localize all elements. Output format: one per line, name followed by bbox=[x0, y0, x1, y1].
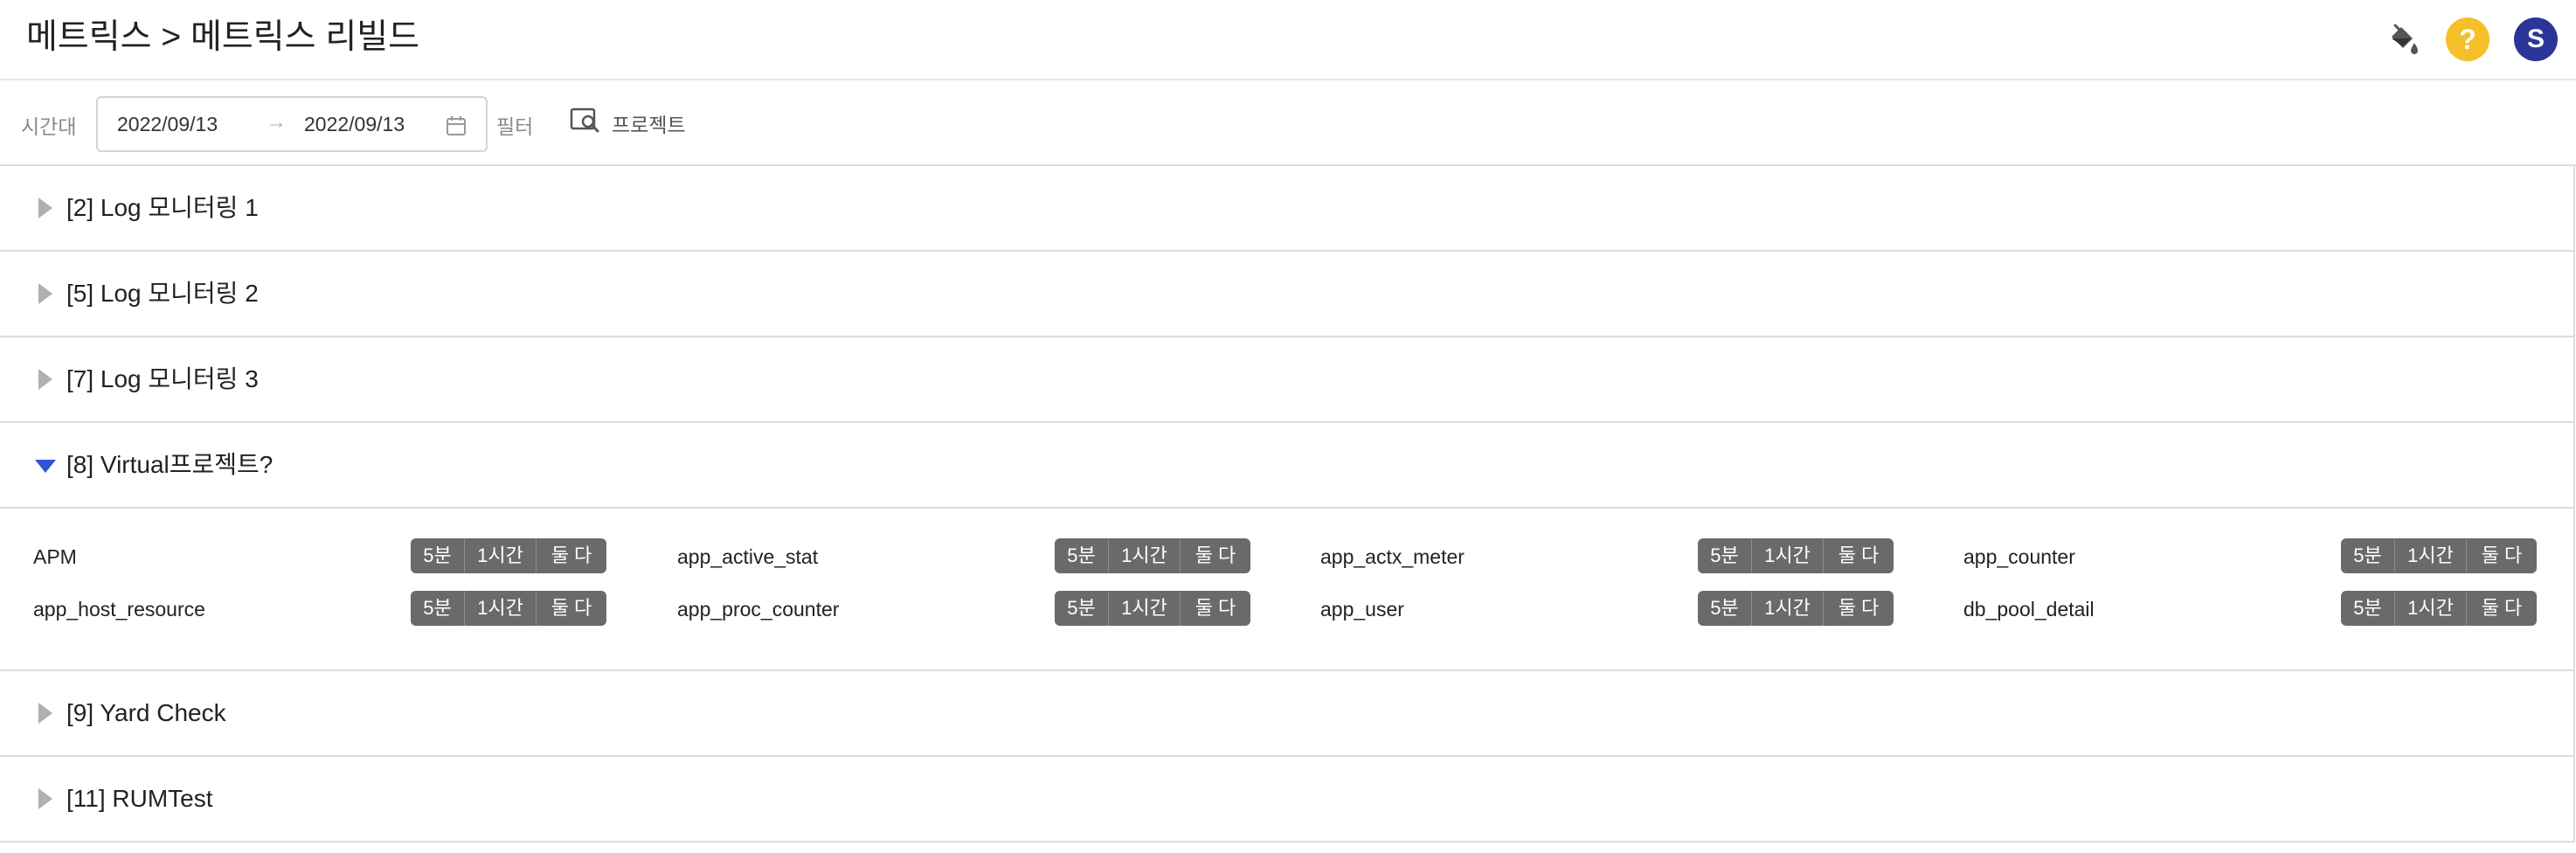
metric-name: app_user bbox=[1320, 598, 1404, 621]
rebuild-button-group: 5분 1시간 둘 다 bbox=[411, 591, 606, 626]
rebuild-button-group: 5분 1시간 둘 다 bbox=[411, 538, 606, 573]
rebuild-both-button[interactable]: 둘 다 bbox=[1181, 538, 1250, 573]
metric-item: app_active_stat 5분 1시간 둘 다 bbox=[677, 538, 1289, 573]
rebuild-both-button[interactable]: 둘 다 bbox=[1181, 591, 1250, 626]
help-icon[interactable]: ? bbox=[2446, 17, 2489, 61]
rebuild-1hour-button[interactable]: 1시간 bbox=[2395, 538, 2467, 573]
rebuild-5min-button[interactable]: 5분 bbox=[411, 538, 465, 573]
rebuild-5min-button[interactable]: 5분 bbox=[1055, 538, 1109, 573]
filter-label: 필터 bbox=[496, 115, 534, 138]
metric-name: app_counter bbox=[1963, 545, 2075, 568]
project-row[interactable]: [5] Log 모니터링 2 bbox=[0, 252, 2573, 337]
caret-right-icon bbox=[38, 788, 52, 809]
metric-item: app_host_resource 5분 1시간 둘 다 bbox=[33, 591, 645, 626]
rebuild-5min-button[interactable]: 5분 bbox=[1698, 538, 1752, 573]
project-row[interactable]: [2] Log 모니터링 1 bbox=[0, 166, 2573, 252]
project-row[interactable]: [7] Log 모니터링 3 bbox=[0, 337, 2573, 423]
project-search-icon bbox=[570, 107, 601, 135]
metrics-panel: APM 5분 1시간 둘 다 app_active_stat 5분 1시간 둘 … bbox=[0, 509, 2573, 671]
rebuild-1hour-button[interactable]: 1시간 bbox=[465, 538, 537, 573]
rebuild-1hour-button[interactable]: 1시간 bbox=[1109, 538, 1181, 573]
time-range-label: 시간대 bbox=[21, 115, 77, 138]
rebuild-button-group: 5분 1시간 둘 다 bbox=[1698, 538, 1894, 573]
metric-item: db_pool_detail 5분 1시간 둘 다 bbox=[1963, 591, 2575, 626]
project-title: [2] Log 모니터링 1 bbox=[66, 194, 259, 221]
metric-name: db_pool_detail bbox=[1963, 598, 2095, 621]
rebuild-button-group: 5분 1시간 둘 다 bbox=[1698, 591, 1894, 626]
metric-item: APM 5분 1시간 둘 다 bbox=[33, 538, 645, 573]
metric-name: app_actx_meter bbox=[1320, 545, 1465, 568]
avatar[interactable]: S bbox=[2514, 17, 2558, 61]
project-title: [11] RUMTest bbox=[66, 785, 213, 812]
project-row-expanded[interactable]: [8] Virtual프로젝트? bbox=[0, 423, 2573, 509]
date-end-input[interactable]: 2022/09/13 bbox=[304, 113, 405, 136]
rebuild-5min-button[interactable]: 5분 bbox=[1055, 591, 1109, 626]
top-header: 메트릭스 > 메트릭스 리빌드 ? S bbox=[0, 0, 2576, 80]
rebuild-5min-button[interactable]: 5분 bbox=[411, 591, 465, 626]
rebuild-both-button[interactable]: 둘 다 bbox=[537, 538, 606, 573]
rebuild-1hour-button[interactable]: 1시간 bbox=[1109, 591, 1181, 626]
rebuild-both-button[interactable]: 둘 다 bbox=[2467, 591, 2537, 626]
rebuild-button-group: 5분 1시간 둘 다 bbox=[1055, 538, 1250, 573]
project-row[interactable]: [9] Yard Check bbox=[0, 671, 2573, 757]
metric-item: app_actx_meter 5분 1시간 둘 다 bbox=[1320, 538, 1932, 573]
metric-name: APM bbox=[33, 545, 77, 568]
metric-item: app_user 5분 1시간 둘 다 bbox=[1320, 591, 1932, 626]
rebuild-button-group: 5분 1시간 둘 다 bbox=[1055, 591, 1250, 626]
metric-item: app_proc_counter 5분 1시간 둘 다 bbox=[677, 591, 1289, 626]
paint-bucket-icon[interactable] bbox=[2380, 17, 2424, 61]
project-accordion: [2] Log 모니터링 1 [5] Log 모니터링 2 [7] Log 모니… bbox=[0, 166, 2575, 843]
rebuild-button-group: 5분 1시간 둘 다 bbox=[2341, 538, 2537, 573]
caret-right-icon bbox=[38, 703, 52, 724]
rebuild-5min-button[interactable]: 5분 bbox=[1698, 591, 1752, 626]
rebuild-both-button[interactable]: 둘 다 bbox=[537, 591, 606, 626]
calendar-icon[interactable] bbox=[446, 115, 467, 136]
project-title: [8] Virtual프로젝트? bbox=[66, 451, 274, 478]
project-filter-label: 프로젝트 bbox=[612, 114, 686, 136]
rebuild-both-button[interactable]: 둘 다 bbox=[1824, 591, 1894, 626]
rebuild-1hour-button[interactable]: 1시간 bbox=[465, 591, 537, 626]
page-title: 메트릭스 > 메트릭스 리빌드 bbox=[26, 18, 419, 56]
caret-right-icon bbox=[38, 369, 52, 390]
rebuild-both-button[interactable]: 둘 다 bbox=[1824, 538, 1894, 573]
rebuild-1hour-button[interactable]: 1시간 bbox=[1752, 591, 1824, 626]
project-title: [5] Log 모니터링 2 bbox=[66, 280, 259, 307]
rebuild-1hour-button[interactable]: 1시간 bbox=[2395, 591, 2467, 626]
metric-item: app_counter 5분 1시간 둘 다 bbox=[1963, 538, 2575, 573]
rebuild-both-button[interactable]: 둘 다 bbox=[2467, 538, 2537, 573]
rebuild-button-group: 5분 1시간 둘 다 bbox=[2341, 591, 2537, 626]
filter-bar: 시간대 2022/09/13 → 2022/09/13 필터 프로젝트 bbox=[0, 80, 2576, 166]
date-start-input[interactable]: 2022/09/13 bbox=[117, 113, 218, 136]
metric-name: app_proc_counter bbox=[677, 598, 840, 621]
metric-name: app_host_resource bbox=[33, 598, 205, 621]
date-range-picker[interactable]: 2022/09/13 → 2022/09/13 bbox=[96, 96, 488, 152]
rebuild-1hour-button[interactable]: 1시간 bbox=[1752, 538, 1824, 573]
caret-right-icon bbox=[38, 198, 52, 218]
rebuild-5min-button[interactable]: 5분 bbox=[2341, 538, 2395, 573]
metric-name: app_active_stat bbox=[677, 545, 819, 568]
project-row[interactable]: [11] RUMTest bbox=[0, 757, 2573, 843]
rebuild-5min-button[interactable]: 5분 bbox=[2341, 591, 2395, 626]
project-title: [7] Log 모니터링 3 bbox=[66, 365, 259, 392]
project-title: [9] Yard Check bbox=[66, 699, 226, 726]
range-arrow-icon: → bbox=[266, 110, 287, 134]
caret-down-icon bbox=[35, 460, 56, 473]
caret-right-icon bbox=[38, 283, 52, 304]
